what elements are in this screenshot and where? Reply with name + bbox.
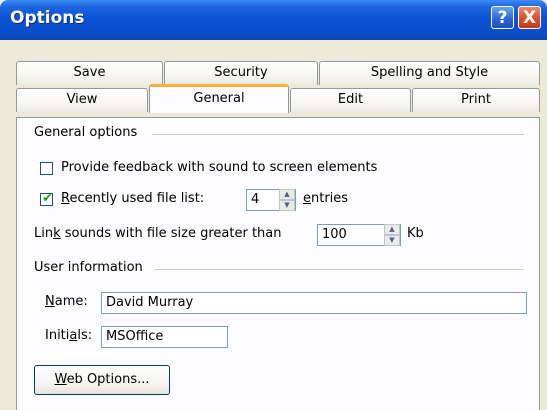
tab-edit-label: Edit bbox=[337, 92, 364, 107]
title-bar[interactable]: Options ? X bbox=[0, 0, 547, 40]
spin-down-icon[interactable]: ▼ bbox=[384, 235, 400, 246]
feedback-sound-label[interactable]: Provide feedback with sound to screen el… bbox=[61, 160, 377, 175]
tab-save[interactable]: Save bbox=[16, 61, 163, 85]
tab-security[interactable]: Security bbox=[164, 61, 318, 85]
spin-down-icon[interactable]: ▼ bbox=[279, 200, 295, 211]
checkmark-icon: ✔ bbox=[42, 191, 53, 206]
tab-spelling-label: Spelling and Style bbox=[370, 65, 489, 80]
help-button[interactable]: ? bbox=[491, 6, 514, 29]
recent-files-label[interactable]: Recently used file list: bbox=[61, 191, 204, 206]
spin-up-icon[interactable]: ▲ bbox=[279, 189, 295, 200]
recent-files-checkbox[interactable]: ✔ bbox=[40, 191, 53, 206]
tab-general[interactable]: General bbox=[149, 84, 289, 113]
tab-edit[interactable]: Edit bbox=[290, 88, 411, 112]
kb-unit-label: Kb bbox=[407, 226, 424, 241]
tab-view-label: View bbox=[66, 92, 98, 107]
tab-security-label: Security bbox=[214, 65, 268, 80]
name-field[interactable]: David Murray bbox=[101, 292, 527, 314]
web-options-button[interactable]: Web Options... bbox=[34, 365, 170, 395]
group-divider bbox=[155, 269, 524, 270]
link-sounds-spinner[interactable]: ▲ ▼ bbox=[384, 224, 400, 246]
link-sounds-label: Link sounds with file size greater than bbox=[34, 226, 282, 241]
general-tab-panel: General options Provide feedback with so… bbox=[16, 117, 540, 410]
feedback-sound-checkbox[interactable] bbox=[40, 162, 53, 175]
tab-general-label: General bbox=[193, 91, 245, 106]
entries-label: entries bbox=[303, 191, 349, 206]
name-label: Name: bbox=[45, 294, 88, 309]
initials-label: Initials: bbox=[45, 328, 93, 343]
initials-field[interactable]: MSOffice bbox=[101, 326, 228, 348]
general-options-heading: General options bbox=[34, 125, 138, 140]
tab-view[interactable]: View bbox=[16, 88, 148, 112]
recent-files-spinner[interactable]: ▲ ▼ bbox=[279, 189, 295, 211]
window-title: Options bbox=[10, 8, 85, 28]
close-icon: X bbox=[522, 8, 537, 28]
tab-print[interactable]: Print bbox=[412, 88, 540, 112]
help-icon: ? bbox=[497, 8, 508, 28]
options-dialog: Options ? X Save Security Spelling and S… bbox=[0, 0, 547, 410]
tab-spelling-and-style[interactable]: Spelling and Style bbox=[319, 61, 540, 85]
spin-up-icon[interactable]: ▲ bbox=[384, 224, 400, 235]
close-button[interactable]: X bbox=[518, 6, 541, 29]
user-information-heading: User information bbox=[34, 260, 143, 275]
tab-save-label: Save bbox=[73, 65, 106, 80]
tab-print-label: Print bbox=[461, 92, 491, 107]
group-divider bbox=[152, 134, 524, 135]
